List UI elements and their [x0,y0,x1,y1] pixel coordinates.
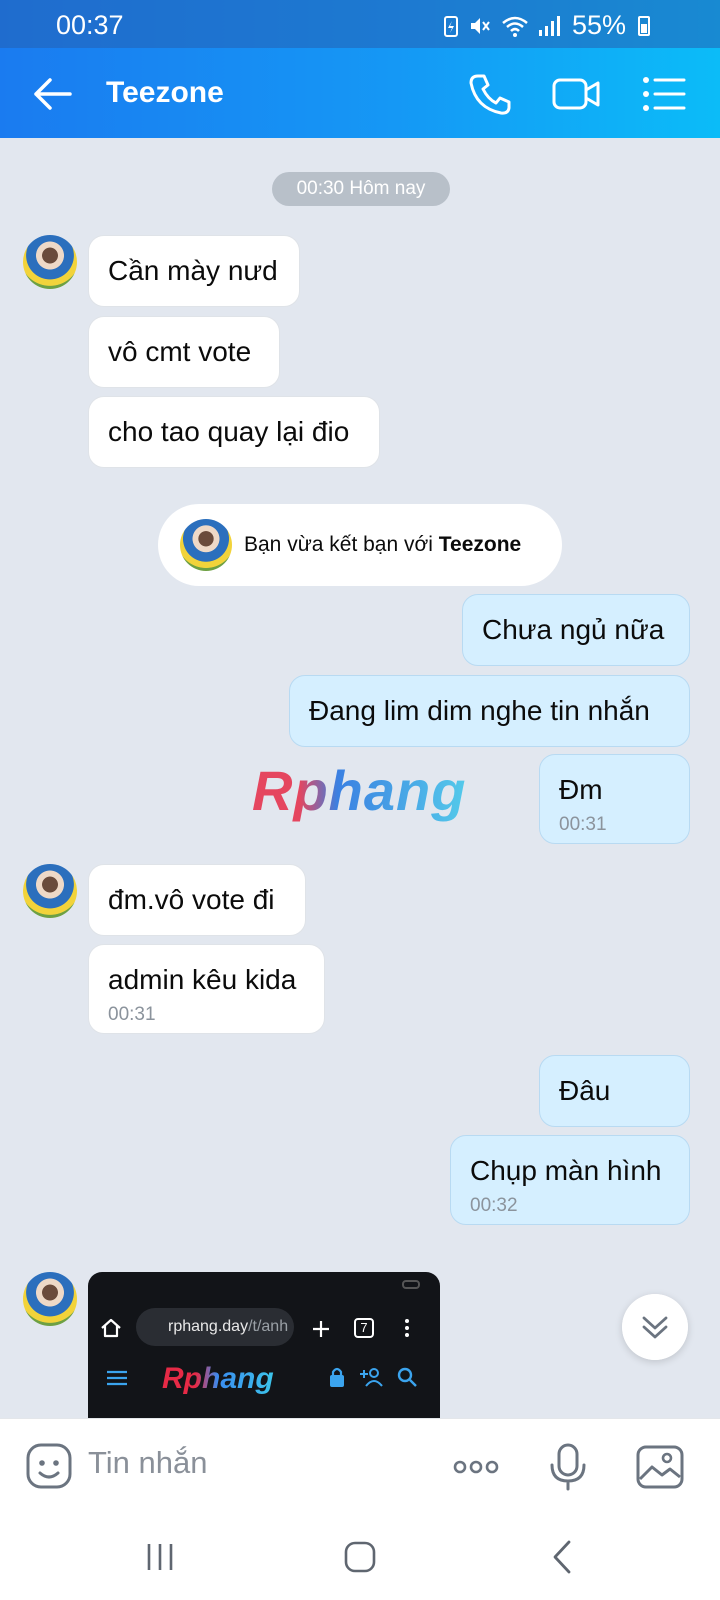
friend-added-notice: Bạn vừa kết bạn với Teezone [158,504,562,586]
date-separator: 00:30 Hôm nay [272,172,450,206]
plus-icon [313,1321,329,1337]
wifi-icon [502,16,528,37]
signal-icon [538,15,560,36]
phone-icon[interactable] [466,70,514,118]
message-composer: Tin nhắn [0,1418,720,1514]
message-text: Đm [559,774,603,805]
chat-title[interactable]: Teezone [106,76,224,110]
contact-avatar[interactable] [23,864,77,918]
more-vertical-icon [405,1319,409,1337]
home-button-icon[interactable] [337,1534,383,1580]
add-user-icon [360,1368,383,1387]
message-time: 00:31 [559,814,607,835]
battery-saver-icon [443,15,458,37]
lock-icon [330,1367,344,1387]
incoming-message[interactable]: admin kêu kida 00:31 [88,944,325,1034]
incoming-message[interactable]: Cần mày nưd [88,235,300,307]
status-time: 00:37 [56,10,124,40]
contact-avatar[interactable] [23,235,77,289]
message-time: 00:32 [470,1195,518,1216]
message-text: Cần mày nưd [108,255,278,286]
video-call-icon[interactable] [552,70,600,118]
outgoing-message[interactable]: Đm 00:31 [539,754,690,844]
incoming-message[interactable]: vô cmt vote [88,316,280,388]
watermark-logo: Rphang [252,759,467,822]
message-text: Đâu [559,1075,611,1106]
chat-area[interactable]: 00:30 Hôm nay Cần mày nưd vô cmt vote ch… [0,138,720,1418]
friend-notice-text: Bạn vừa kết bạn với Teezone [244,533,521,557]
battery-percent: 55% [571,10,626,40]
notice-prefix: Bạn vừa kết bạn với [244,533,439,556]
search-icon [397,1367,417,1387]
hamburger-icon [107,1370,127,1386]
message-text: admin kêu kida [108,964,297,995]
menu-list-icon[interactable] [640,70,688,118]
message-text: Đang lim dim nghe tin nhắn [309,695,650,726]
shot-camera [402,1280,420,1289]
status-icons [443,14,560,38]
recent-apps-icon[interactable] [137,1534,183,1580]
notice-name: Teezone [438,533,522,556]
message-input[interactable]: Tin nhắn [88,1445,208,1481]
system-nav-bar [0,1514,720,1600]
mute-icon [470,17,490,34]
back-nav-icon[interactable] [540,1534,586,1580]
sticker-emoji-icon[interactable] [24,1441,76,1493]
status-indicators: 55% [443,10,650,41]
outgoing-message[interactable]: Đâu [539,1055,690,1127]
shot-tab-count: 7 [354,1318,374,1338]
top-bar: 00:37 55% Teezone [0,0,720,138]
image-message[interactable]: rphang.day/t/anh 7 Rphang [88,1272,440,1418]
outgoing-message[interactable]: Chưa ngủ nữa [462,594,690,666]
battery-icon [638,15,650,36]
friend-avatar [180,519,232,571]
shot-url-main: rphang.day [168,1318,249,1335]
message-text: Chụp màn hình [470,1155,662,1186]
incoming-message[interactable]: cho tao quay lại đio [88,396,380,468]
shot-url-path: /t/anh [248,1318,289,1335]
shot-url-bar: rphang.day/t/anh [136,1308,294,1346]
contact-avatar[interactable] [23,1272,77,1326]
outgoing-message[interactable]: Chụp màn hình 00:32 [450,1135,690,1225]
message-time: 00:31 [108,1004,156,1025]
more-options-icon[interactable] [450,1441,502,1493]
message-text: Chưa ngủ nữa [482,614,665,645]
scroll-down-button[interactable] [622,1294,688,1360]
incoming-message[interactable]: đm.vô vote đi [88,864,306,936]
message-text: vô cmt vote [108,336,252,367]
microphone-icon[interactable] [542,1441,594,1493]
message-text: đm.vô vote đi [108,884,275,915]
back-arrow-icon[interactable] [30,72,74,116]
image-gallery-icon[interactable] [634,1441,686,1493]
shot-logo: Rphang [162,1362,274,1395]
message-text: cho tao quay lại đio [108,416,350,447]
outgoing-message[interactable]: Đang lim dim nghe tin nhắn [289,675,690,747]
home-icon [101,1318,121,1338]
